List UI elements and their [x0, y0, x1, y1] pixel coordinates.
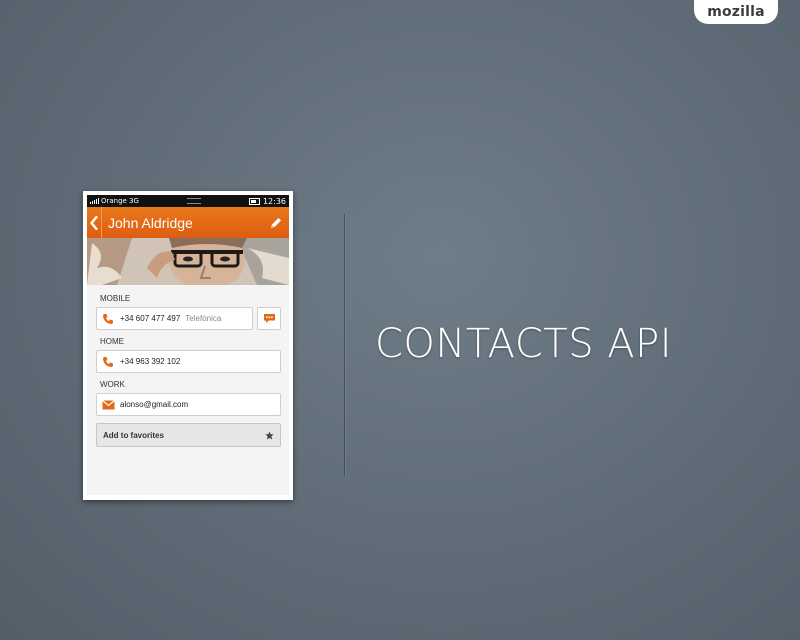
- mobile-carrier: Telefónica: [185, 314, 222, 323]
- clock: 12:36: [262, 196, 286, 206]
- back-button[interactable]: [87, 207, 102, 238]
- message-icon: [263, 314, 275, 323]
- home-number: +34 963 392 102: [120, 357, 181, 366]
- mobile-number-field[interactable]: +34 607 477 497 Telefónica: [96, 307, 253, 330]
- send-message-button[interactable]: [257, 307, 281, 330]
- contact-header: John Aldridge: [87, 207, 289, 238]
- home-number-field[interactable]: +34 963 392 102: [96, 350, 281, 373]
- favorites-label: Add to favorites: [103, 430, 164, 440]
- carrier-label: Orange 3G: [101, 197, 139, 205]
- slide-title: CONTACTS API: [375, 321, 673, 367]
- contact-name: John Aldridge: [108, 214, 193, 231]
- battery-icon: [248, 197, 260, 205]
- chevron-left-icon: [90, 215, 98, 230]
- phone-icon: [102, 356, 116, 368]
- logo-text: mozilla: [707, 4, 765, 20]
- mail-icon: [102, 399, 116, 410]
- signal-icon: [90, 198, 99, 204]
- phone-mockup: Orange 3G 12:36 John Aldridge MOBILE +34…: [83, 191, 293, 500]
- contact-photo: [87, 238, 289, 285]
- star-icon: [265, 430, 274, 439]
- work-email-field[interactable]: alonso@gmail.com: [96, 393, 281, 416]
- field-label-mobile: MOBILE: [100, 294, 131, 303]
- slide-divider: [344, 214, 345, 476]
- work-email: alonso@gmail.com: [120, 400, 189, 409]
- contact-details: MOBILE +34 607 477 497 Telefónica HOME +…: [87, 285, 289, 447]
- field-label-home: HOME: [100, 337, 124, 346]
- mobile-number: +34 607 477 497: [120, 314, 181, 323]
- mozilla-logo: mozilla: [694, 0, 778, 24]
- phone-icon: [102, 313, 116, 325]
- edit-button[interactable]: [269, 215, 283, 234]
- contact-photo-image: [87, 238, 289, 285]
- notification-handle[interactable]: [186, 198, 201, 204]
- add-to-favorites-button[interactable]: Add to favorites: [96, 423, 281, 447]
- pencil-icon: [271, 218, 281, 228]
- field-label-work: WORK: [100, 380, 125, 389]
- status-bar: Orange 3G 12:36: [87, 195, 289, 207]
- phone-screen: Orange 3G 12:36 John Aldridge MOBILE +34…: [87, 195, 289, 495]
